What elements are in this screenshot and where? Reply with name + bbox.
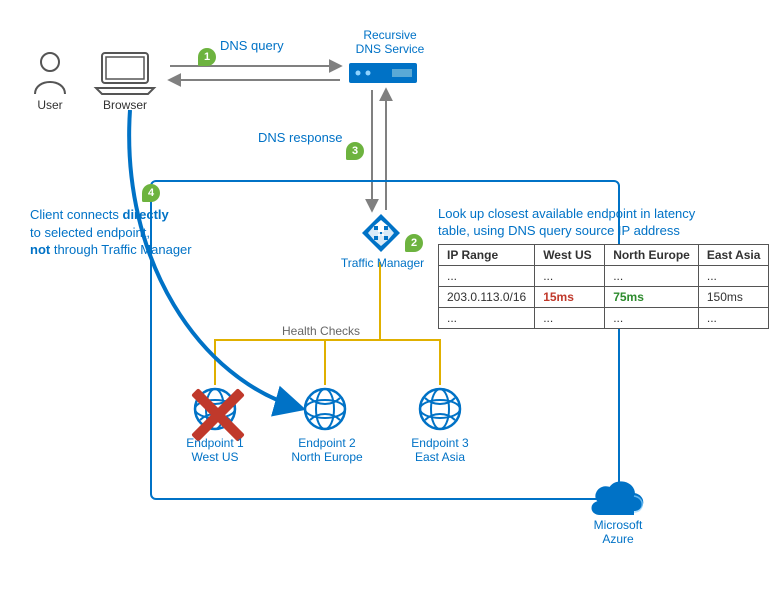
user-icon [30, 50, 70, 98]
s4-l2: to selected endpoint, [30, 225, 150, 240]
azure-cloud-icon [584, 476, 648, 521]
step-3-badge: 3 [346, 142, 364, 160]
latency-header: West US [535, 245, 605, 266]
ep2-l1: Endpoint 2 [298, 436, 355, 450]
s4-l1a: Client connects [30, 207, 123, 222]
dns-label: Recursive DNS Service [340, 28, 440, 57]
latency-row: ............ [439, 308, 769, 329]
latency-cell: ... [605, 266, 699, 287]
dns-label-line1: Recursive [363, 28, 416, 42]
dns-server-icon [348, 62, 418, 87]
latency-cell: 75ms [605, 287, 699, 308]
latency-cell: 203.0.113.0/16 [439, 287, 535, 308]
s2-l1: Look up closest available endpoint in la… [438, 206, 695, 221]
latency-cell: ... [535, 266, 605, 287]
ep1-l2: West US [191, 450, 238, 464]
latency-cell: ... [439, 308, 535, 329]
step-4-text: Client connects directly to selected end… [30, 206, 250, 259]
latency-cell: ... [605, 308, 699, 329]
latency-row: ............ [439, 266, 769, 287]
s4-l1b: directly [123, 207, 169, 222]
browser-label: Browser [90, 98, 160, 112]
latency-cell: ... [535, 308, 605, 329]
ep2-l2: North Europe [291, 450, 362, 464]
endpoint-2-icon [302, 386, 348, 435]
latency-row: 203.0.113.0/1615ms75ms150ms [439, 287, 769, 308]
latency-header: IP Range [439, 245, 535, 266]
endpoint-1-label: Endpoint 1 West US [175, 436, 255, 465]
latency-cell: ... [439, 266, 535, 287]
latency-cell: ... [698, 308, 769, 329]
azure-l2: Azure [602, 532, 633, 546]
step-3-text: DNS response [258, 130, 343, 145]
endpoint-3-label: Endpoint 3 East Asia [400, 436, 480, 465]
health-checks-label: Health Checks [282, 324, 360, 338]
latency-table: IP RangeWest USNorth EuropeEast Asia ...… [438, 244, 769, 329]
dns-label-line2: DNS Service [356, 42, 425, 56]
endpoint-2-label: Endpoint 2 North Europe [282, 436, 372, 465]
latency-header: East Asia [698, 245, 769, 266]
s2-l2: table, using DNS query source IP address [438, 223, 680, 238]
endpoint-3-icon [417, 386, 463, 435]
traffic-manager-label: Traffic Manager [335, 256, 430, 270]
step-4-badge: 4 [142, 184, 160, 202]
traffic-manager-icon [360, 212, 402, 257]
s4-l3b: through Traffic Manager [50, 242, 191, 257]
ep3-l1: Endpoint 3 [411, 436, 468, 450]
s4-l3a: not [30, 242, 50, 257]
step-1-badge: 1 [198, 48, 216, 66]
latency-cell: 15ms [535, 287, 605, 308]
step-1-text: DNS query [220, 38, 284, 53]
browser-icon [90, 48, 160, 101]
latency-header: North Europe [605, 245, 699, 266]
user-label: User [30, 98, 70, 112]
latency-cell: ... [698, 266, 769, 287]
azure-l1: Microsoft [594, 518, 643, 532]
latency-cell: 150ms [698, 287, 769, 308]
step-2-badge: 2 [405, 234, 423, 252]
azure-label: Microsoft Azure [588, 518, 648, 547]
ep1-l1: Endpoint 1 [186, 436, 243, 450]
ep3-l2: East Asia [415, 450, 465, 464]
step-2-text: Look up closest available endpoint in la… [438, 206, 695, 240]
